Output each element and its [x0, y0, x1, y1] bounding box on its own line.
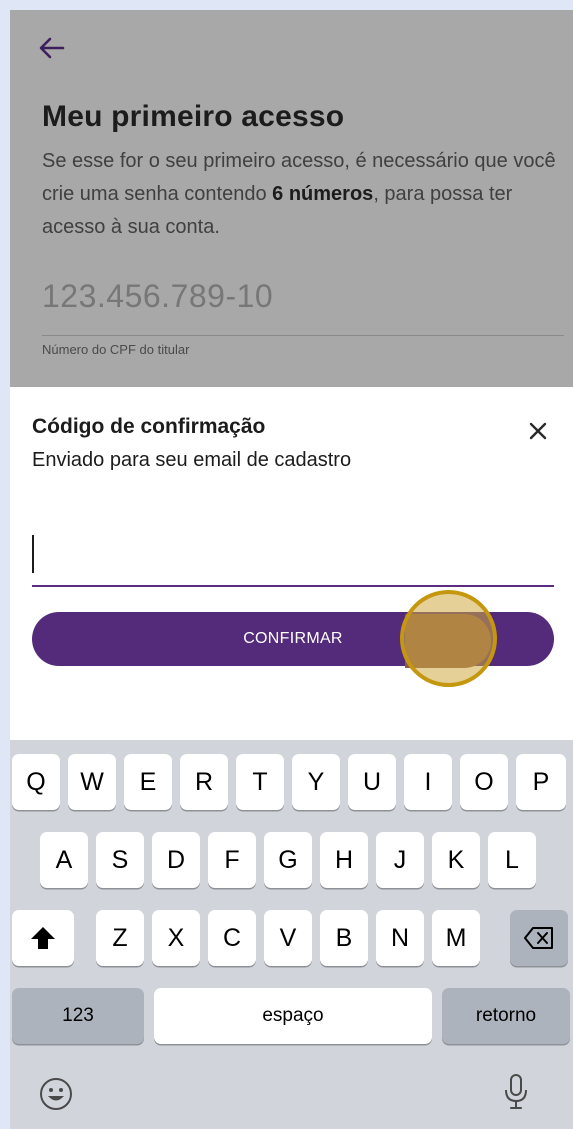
close-icon — [529, 422, 547, 440]
backspace-icon — [524, 927, 553, 949]
delete-key[interactable] — [510, 910, 568, 966]
arrow-left-icon — [39, 37, 65, 59]
key-y[interactable]: Y — [292, 754, 340, 810]
page-title: Meu primeiro acesso — [42, 100, 345, 133]
close-button[interactable] — [520, 413, 556, 449]
cpf-label: Número do CPF do titular — [42, 342, 190, 357]
key-i[interactable]: I — [404, 754, 452, 810]
dimmed-page: Meu primeiro acesso Se esse for o seu pr… — [10, 10, 573, 387]
key-t[interactable]: T — [236, 754, 284, 810]
microphone-button[interactable] — [496, 1070, 536, 1114]
key-h[interactable]: H — [320, 832, 368, 888]
code-underline — [32, 585, 554, 587]
space-key[interactable]: espaço — [154, 988, 432, 1044]
key-e[interactable]: E — [124, 754, 172, 810]
key-w[interactable]: W — [68, 754, 116, 810]
key-o[interactable]: O — [460, 754, 508, 810]
key-g[interactable]: G — [264, 832, 312, 888]
touch-indicator — [400, 590, 497, 687]
confirmation-code-input[interactable] — [32, 527, 554, 583]
key-d[interactable]: D — [152, 832, 200, 888]
back-button[interactable] — [32, 28, 72, 68]
key-a[interactable]: A — [40, 832, 88, 888]
sheet-subtitle: Enviado para seu email de cadastro — [32, 449, 352, 471]
numbers-key[interactable]: 123 — [12, 988, 144, 1044]
desc-bold: 6 números — [272, 183, 374, 205]
return-key[interactable]: retorno — [442, 988, 570, 1044]
key-n[interactable]: N — [376, 910, 424, 966]
key-s[interactable]: S — [96, 832, 144, 888]
key-z[interactable]: Z — [96, 910, 144, 966]
key-r[interactable]: R — [180, 754, 228, 810]
key-p[interactable]: P — [516, 754, 566, 810]
key-q[interactable]: Q — [12, 754, 60, 810]
microphone-icon — [505, 1074, 527, 1109]
key-f[interactable]: F — [208, 832, 256, 888]
shift-icon — [31, 927, 55, 949]
key-v[interactable]: V — [264, 910, 312, 966]
emoji-button[interactable] — [36, 1074, 76, 1114]
shift-key[interactable] — [12, 910, 74, 966]
confirmation-sheet: Código de confirmação Enviado para seu e… — [10, 387, 573, 740]
text-caret — [32, 535, 34, 573]
page-description: Se esse for o seu primeiro acesso, é nec… — [42, 145, 567, 244]
key-j[interactable]: J — [376, 832, 424, 888]
key-c[interactable]: C — [208, 910, 256, 966]
key-x[interactable]: X — [152, 910, 200, 966]
keyboard: Q W E R T Y U I O P A S D F G H J K L Z … — [10, 740, 573, 1129]
emoji-icon — [40, 1078, 72, 1110]
key-b[interactable]: B — [320, 910, 368, 966]
key-k[interactable]: K — [432, 832, 480, 888]
key-m[interactable]: M — [432, 910, 480, 966]
key-l[interactable]: L — [488, 832, 536, 888]
key-u[interactable]: U — [348, 754, 396, 810]
sheet-title: Código de confirmação — [32, 415, 266, 438]
cpf-underline — [42, 335, 564, 336]
cpf-field[interactable]: 123.456.789-10 — [42, 278, 564, 315]
